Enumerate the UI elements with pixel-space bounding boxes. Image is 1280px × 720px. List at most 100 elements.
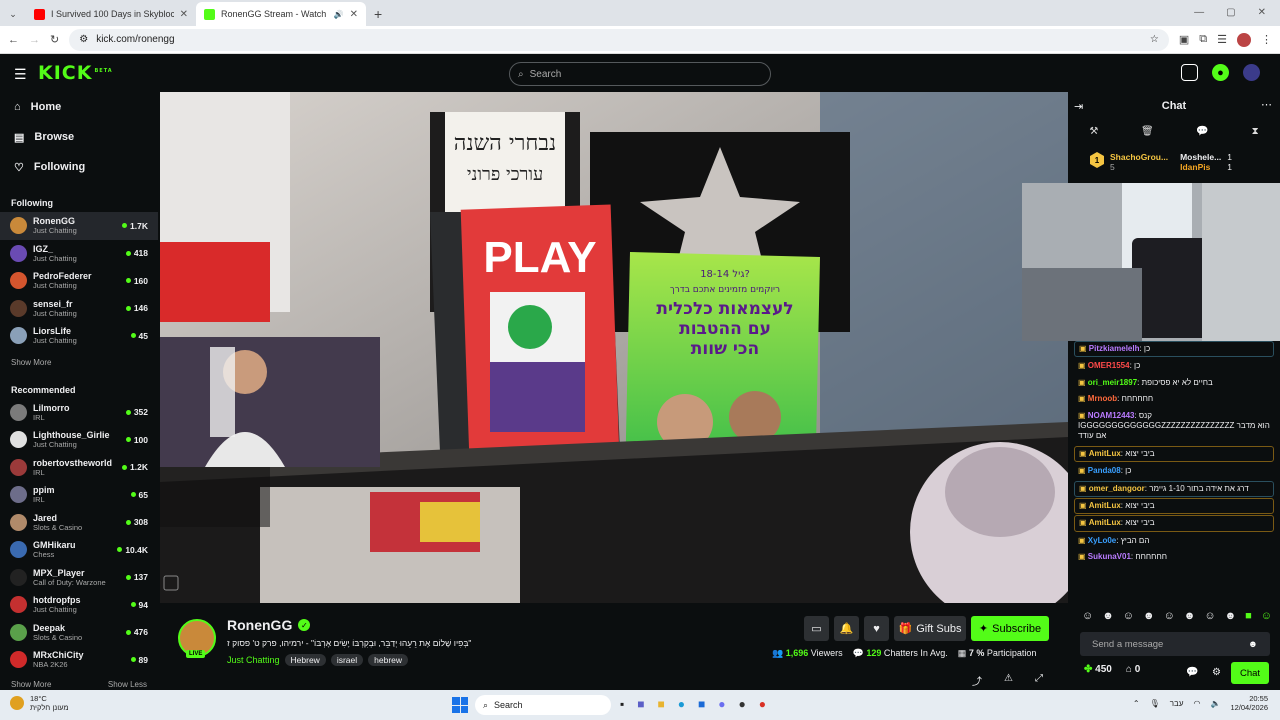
microphone-icon[interactable]: 🎙	[1150, 699, 1160, 708]
cast-icon[interactable]	[1181, 64, 1198, 81]
url-field[interactable]: ⚙ kick.com/ronengg ☆	[69, 28, 1169, 51]
emote-icon[interactable]: ☺	[1164, 610, 1175, 622]
chat-username[interactable]: AmitLux	[1089, 518, 1121, 527]
sidebar-channel-item[interactable]: PedroFederer Just Chatting 160	[0, 267, 158, 295]
browser-tab-kick[interactable]: RonenGG Stream - Watch L 🔊 ✕	[196, 2, 366, 26]
hamburger-menu-icon[interactable]: ☰	[14, 66, 27, 83]
subscribe-button[interactable]: ✦ Subscribe	[971, 616, 1049, 641]
kick-logo[interactable]: KICK BETA	[38, 62, 113, 84]
extension-icon[interactable]: ▣	[1179, 33, 1189, 46]
emote-icon[interactable]: ☻	[1225, 610, 1237, 622]
chat-username[interactable]: Mrnoob	[1088, 394, 1117, 403]
language-indicator[interactable]: עבר	[1170, 699, 1184, 708]
emoji-picker-icon[interactable]: ☻	[1248, 639, 1258, 650]
chat-username[interactable]: AmitLux	[1089, 501, 1121, 510]
chat-username[interactable]: ori_meir1897	[1088, 378, 1137, 387]
nav-home[interactable]: ⌂ Home	[0, 92, 158, 122]
tab-search-icon[interactable]: ⌄	[0, 9, 26, 26]
streamer-name[interactable]: RonenGG	[227, 617, 292, 633]
close-window-icon[interactable]: ✕	[1258, 7, 1266, 18]
teams-icon[interactable]: ■	[637, 697, 644, 711]
bookmark-star-icon[interactable]: ☆	[1150, 34, 1159, 45]
theater-mode-icon[interactable]: ⤢	[1035, 673, 1043, 688]
sidebar-channel-item[interactable]: hotdropfps Just Chatting 94	[0, 591, 158, 619]
send-chat-button[interactable]: Chat	[1231, 662, 1269, 684]
chrome-icon[interactable]: ●	[759, 697, 766, 711]
taskbar-search[interactable]: ⌕ Search	[475, 695, 611, 715]
reload-icon[interactable]: ↻	[50, 33, 59, 46]
send-message-input[interactable]: Send a message ☻	[1080, 632, 1270, 656]
sidebar-channel-item[interactable]: LiorsLife Just Chatting 45	[0, 322, 158, 350]
forward-icon[interactable]: →	[29, 34, 40, 46]
emote-icon[interactable]: ☺	[1261, 610, 1272, 622]
task-view-icon[interactable]: ▪	[620, 697, 624, 711]
show-less-link[interactable]: Show Less	[108, 680, 147, 689]
maximize-icon[interactable]: ▢	[1226, 7, 1235, 18]
notify-button[interactable]: 🔔	[834, 616, 859, 641]
clip-button[interactable]: ▭	[804, 616, 829, 641]
user-avatar[interactable]	[1243, 64, 1260, 81]
sidebar-channel-item[interactable]: MPX_Player Call of Duty: Warzone 137	[0, 564, 158, 592]
chat-username[interactable]: XyLo0e	[1088, 536, 1116, 545]
emote-icon[interactable]: ☺	[1204, 610, 1215, 622]
new-tab-button[interactable]: +	[366, 6, 390, 26]
sidebar-channel-item[interactable]: ppim IRL 65	[0, 481, 158, 509]
tag-pill[interactable]: hebrew	[368, 654, 409, 666]
media-icon[interactable]: ☰	[1217, 33, 1227, 46]
share-icon[interactable]: ⤴	[972, 673, 982, 688]
emote-icon[interactable]: ☻	[1102, 610, 1114, 622]
search-input[interactable]: ⌕ Search	[509, 62, 771, 86]
category-link[interactable]: Just Chatting	[227, 655, 280, 665]
chat-username[interactable]: AmitLux	[1089, 449, 1121, 458]
emote-icon[interactable]: ☺	[1123, 610, 1134, 622]
sidebar-channel-item[interactable]: Jared Slots & Casino 308	[0, 509, 158, 537]
clock[interactable]: 20:55 12/04/2026	[1230, 694, 1268, 712]
chat-username[interactable]: NOAM12443	[1088, 411, 1135, 420]
sidebar-channel-item[interactable]: GMHikaru Chess 10.4K	[0, 536, 158, 564]
speech-icon[interactable]: 💬	[1196, 126, 1208, 137]
volume-icon[interactable]: 🔈	[1210, 699, 1220, 708]
settings-gear-icon[interactable]: ⚙	[1212, 667, 1221, 678]
chat-username[interactable]: Panda08	[1088, 466, 1121, 475]
nav-following[interactable]: ♡ Following	[0, 152, 158, 182]
site-info-icon[interactable]: ⚙	[79, 34, 88, 45]
emote-icon[interactable]: ☺	[1082, 610, 1093, 622]
chat-username[interactable]: OMER1554	[1088, 361, 1130, 370]
report-icon[interactable]: ⚠	[1004, 673, 1013, 688]
menu-icon[interactable]: ⋮	[1261, 33, 1272, 46]
gift-subs-button[interactable]: 🎁 Gift Subs	[894, 616, 966, 641]
tray-chevron-icon[interactable]: ⌃	[1133, 699, 1140, 708]
trash-icon[interactable]: 🗑	[1141, 126, 1154, 137]
sidebar-channel-item[interactable]: sensei_fr Just Chatting 146	[0, 295, 158, 323]
chat-username[interactable]: SukunaV01	[1088, 552, 1131, 561]
close-tab-icon[interactable]: ✕	[180, 9, 188, 20]
wifi-icon[interactable]: ◠	[1194, 699, 1201, 708]
profile-avatar[interactable]	[1237, 32, 1251, 47]
speaker-icon[interactable]: 🔊	[334, 10, 344, 19]
windows-start-icon[interactable]	[452, 697, 468, 713]
hammer-icon[interactable]: ⚒	[1089, 126, 1098, 137]
show-more-link[interactable]: Show More	[11, 358, 51, 367]
back-icon[interactable]: ←	[8, 34, 19, 46]
sidebar-channel-item[interactable]: Deepak Slots & Casino 476	[0, 619, 158, 647]
sidebar-channel-item[interactable]: MRxChiCity NBA 2K26 89	[0, 646, 158, 674]
sidebar-channel-item[interactable]: RonenGG Just Chatting 1.7K	[0, 212, 158, 240]
emote-icon[interactable]: ☻	[1184, 610, 1196, 622]
hourglass-icon[interactable]: ⧗	[1252, 126, 1259, 137]
points-display[interactable]: ✤ 450	[1084, 664, 1112, 675]
lock-display[interactable]: ⌂ 0	[1126, 664, 1140, 675]
nav-browse[interactable]: ▤ Browse	[0, 122, 158, 152]
chat-bubble-icon[interactable]: 💬	[1186, 667, 1198, 678]
chat-username[interactable]: Pitzkiamelelh	[1089, 344, 1140, 353]
show-more-link[interactable]: Show More	[11, 680, 51, 689]
sidebar-channel-item[interactable]: Lighthouse_Girlie Just Chatting 100	[0, 426, 158, 454]
minimize-icon[interactable]: —	[1194, 7, 1204, 18]
puzzle-icon[interactable]: ⧉	[1199, 33, 1207, 46]
follow-button[interactable]: ♥	[864, 616, 889, 641]
file-explorer-icon[interactable]: ■	[658, 697, 665, 711]
video-player[interactable]: נבחרי השנה עורכי פרוני PLAY גיל 18-14? ר…	[160, 92, 1068, 603]
sidebar-channel-item[interactable]: IGZ_ Just Chatting 418	[0, 240, 158, 268]
app-icon[interactable]: ●	[739, 697, 746, 711]
close-tab-icon[interactable]: ✕	[350, 9, 358, 20]
chat-username[interactable]: omer_dangoor	[1089, 484, 1145, 493]
